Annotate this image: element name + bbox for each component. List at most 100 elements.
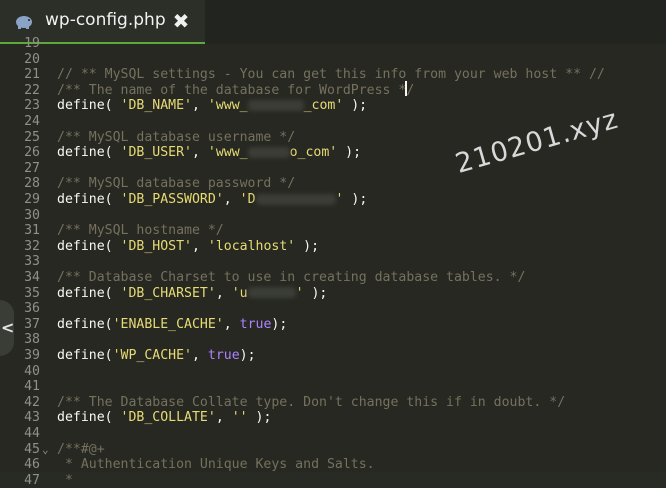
code-text: * Authentication Unique Keys and Salts. (57, 457, 375, 473)
constant-name: 'DB_USER' (120, 145, 192, 161)
line-number: 23 (24, 98, 40, 114)
comment-text: /** MySQL database username */ (57, 129, 296, 145)
boolean-value: true (207, 348, 240, 363)
comment-text: /** The name of the database for WordPre… (57, 82, 415, 98)
line-number: 46 (24, 457, 40, 473)
separator: , (215, 285, 232, 301)
boolean-value: true (239, 316, 272, 332)
line-number: 47 (24, 472, 40, 488)
code-text: /**#@+ (57, 442, 105, 458)
code-line: 40 (0, 364, 666, 380)
code-line: 43 define( 'DB_COLLATE', '' ); (0, 410, 666, 426)
chevron-left-icon: < (1, 318, 15, 337)
define-keyword: define( (57, 348, 113, 363)
string-value: 'D (239, 192, 256, 207)
code-line: 41 (0, 379, 666, 395)
line-number: 35 (24, 285, 40, 301)
constant-name: 'DB_NAME' (120, 98, 192, 114)
code-line: 38 (0, 332, 666, 348)
line-number: 19 (24, 36, 40, 51)
define-keyword: define( (57, 316, 113, 332)
close-icon[interactable]: ✖ (170, 10, 192, 32)
string-value: '' (231, 410, 248, 426)
fold-toggle-icon[interactable]: ⌄ (42, 442, 49, 458)
string-value-end: o_com' (289, 145, 338, 161)
code-text: define( 'DB_HOST', 'localhost' ); (57, 239, 319, 255)
code-line: 27 (0, 161, 666, 177)
line-number: 33 (24, 254, 40, 270)
comment-text: /** Database Charset to use in creating … (57, 270, 526, 285)
code-text: define( 'DB_USER', 'www_ o_com' ); (57, 145, 361, 161)
line-number: 32 (24, 238, 40, 254)
code-line: 19 (0, 36, 666, 52)
line-number: 42 (24, 394, 40, 410)
constant-name: 'DB_CHARSET' (120, 285, 216, 301)
string-value: 'www_ (207, 145, 248, 161)
code-editor[interactable]: 19 20 21 // ** MySQL settings - You can get… (0, 36, 666, 488)
separator: , (215, 410, 232, 426)
code-line: 28 /** MySQL database password */ (0, 176, 666, 192)
define-close: ); (271, 316, 288, 332)
constant-name: 'ENABLE_CACHE' (112, 316, 224, 332)
define-close: ); (239, 348, 256, 363)
code-text: /** Database Charset to use in creating … (57, 270, 525, 286)
define-close: ); (337, 145, 362, 161)
code-line: 47 * (0, 473, 666, 488)
code-line: 37 define('ENABLE_CACHE', true); (0, 317, 666, 333)
code-text: define( 'DB_COLLATE', '' ); (57, 410, 271, 426)
code-line: 45 ⌄ /**#@+ (0, 442, 666, 458)
line-number: 45 (24, 441, 40, 457)
code-line: 21 // ** MySQL settings - You can get thi… (0, 67, 666, 83)
line-number: 26 (24, 145, 40, 161)
define-close: ); (295, 238, 320, 254)
code-line: 32 define( 'DB_HOST', 'localhost' ); (0, 239, 666, 255)
define-keyword: define( (57, 238, 121, 254)
code-line: 42 /** The Database Collate type. Don't c… (0, 395, 666, 411)
comment-text: * Authentication Unique Keys and Salts. (57, 457, 375, 473)
constant-name: 'DB_COLLATE' (120, 410, 216, 426)
code-text: define('ENABLE_CACHE', true); (57, 317, 287, 333)
constant-name: 'DB_PASSWORD' (120, 192, 224, 207)
code-text: // ** MySQL settings - You can get this … (57, 67, 605, 83)
elephant-php-icon (14, 13, 34, 31)
line-number: 44 (24, 426, 40, 441)
define-close: ); (343, 98, 368, 114)
code-text: /** The name of the database for WordPre… (57, 83, 414, 99)
code-line: 33 (0, 254, 666, 270)
define-keyword: define( (57, 285, 121, 301)
code-line: 23 define( 'DB_NAME', 'www_ _com' ); (0, 98, 666, 114)
redacted-value (247, 287, 296, 299)
code-text: define( 'DB_CHARSET', 'u ' ); (57, 286, 327, 302)
constant-name: 'DB_HOST' (120, 238, 192, 254)
code-line: 46 * Authentication Unique Keys and Salt… (0, 457, 666, 473)
code-line: 29 define( 'DB_PASSWORD', 'D ' ); (0, 192, 666, 208)
separator: , (192, 238, 208, 254)
code-line: 35 define( 'DB_CHARSET', 'u ' ); (0, 286, 666, 302)
code-line: 39 define('WP_CACHE', true); (0, 348, 666, 364)
code-text: define( 'DB_PASSWORD', 'D ' ); (57, 192, 367, 208)
comment-text: // ** MySQL settings - You can get this … (57, 67, 605, 83)
line-number: 20 (24, 51, 40, 67)
separator: , (223, 192, 240, 207)
sidebar-toggle[interactable]: < (0, 300, 14, 356)
separator: , (223, 316, 240, 332)
comment-text: /**#@+ (57, 441, 105, 457)
line-number: 34 (24, 270, 40, 285)
line-number: 21 (24, 67, 40, 83)
code-text: * (57, 473, 73, 488)
line-number: 29 (24, 192, 40, 207)
redacted-value (255, 193, 336, 205)
string-value: 'localhost' (207, 238, 296, 254)
tab-title: wp-config.php (45, 10, 166, 30)
code-line: 30 (0, 208, 666, 224)
string-value: 'u (231, 285, 248, 301)
separator: , (192, 145, 208, 161)
define-keyword: define( (57, 145, 121, 161)
separator: , (192, 98, 208, 114)
code-text: /** The Database Collate type. Don't cha… (57, 395, 565, 411)
redacted-value (247, 146, 290, 158)
line-number: 31 (24, 223, 40, 239)
define-keyword: define( (57, 98, 121, 114)
code-line: 20 (0, 52, 666, 68)
comment-text: /** MySQL hostname */ (57, 223, 224, 239)
